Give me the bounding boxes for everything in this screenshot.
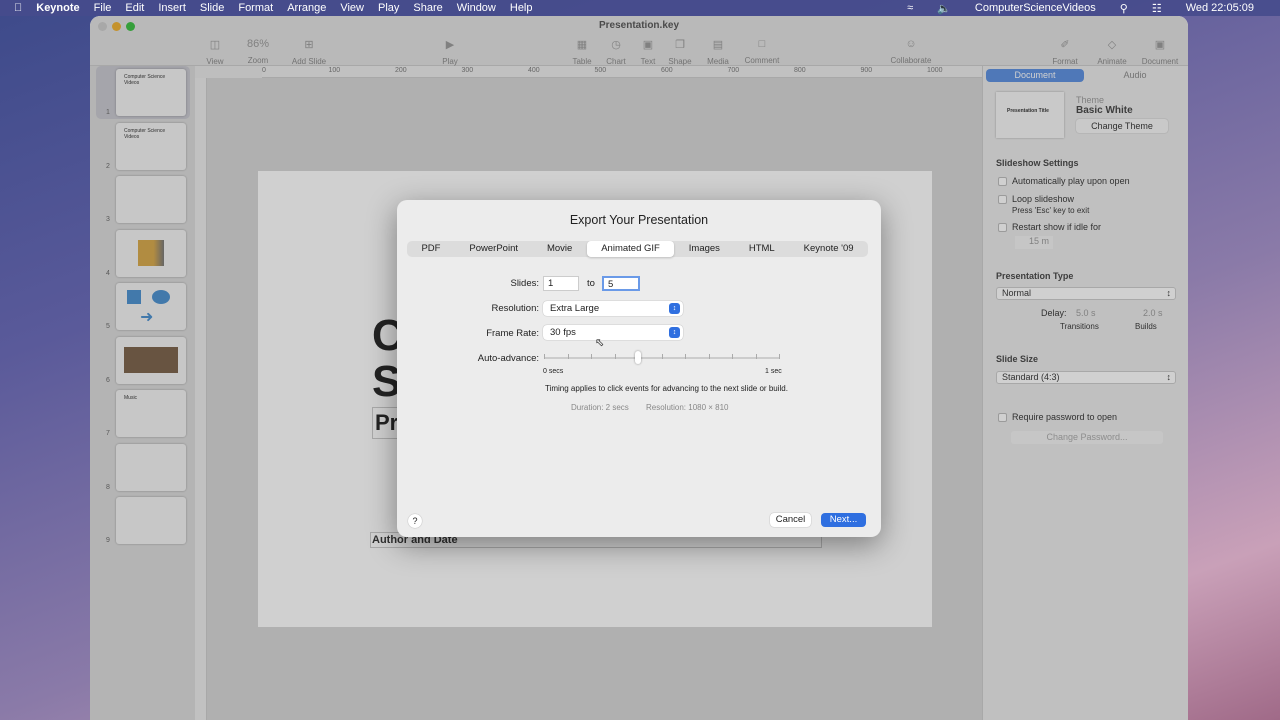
menu-arrange[interactable]: Arrange [287, 2, 326, 14]
apple-menu[interactable]:  [14, 2, 22, 14]
next-button[interactable]: Next... [821, 513, 866, 527]
wifi-icon[interactable]: ≈ [907, 2, 913, 14]
menu-format[interactable]: Format [238, 2, 273, 14]
control-center-icon[interactable]: ☷ [1152, 2, 1162, 15]
tab-html[interactable]: HTML [734, 241, 789, 257]
menu-insert[interactable]: Insert [158, 2, 186, 14]
menu-slide[interactable]: Slide [200, 2, 224, 14]
resolution-info: Resolution: 1080 × 810 [646, 403, 729, 412]
tab-images[interactable]: Images [674, 241, 734, 257]
slider-tick [544, 354, 545, 359]
slider-tick [732, 354, 733, 359]
slides-to-field[interactable]: 5 [602, 276, 640, 291]
slider-max-label: 1 sec [765, 368, 782, 375]
slider-tick [755, 354, 757, 359]
duration-info: Duration: 2 secs [571, 403, 629, 412]
menu-view[interactable]: View [340, 2, 364, 14]
menu-edit[interactable]: Edit [125, 2, 144, 14]
slider-tick [685, 354, 686, 359]
tab-pdf[interactable]: PDF [407, 241, 455, 257]
cancel-button[interactable]: Cancel [770, 513, 811, 527]
menu-window[interactable]: Window [457, 2, 496, 14]
to-label: to [587, 278, 595, 289]
tab-keynote-09[interactable]: Keynote '09 [789, 241, 868, 257]
resolution-select[interactable]: Extra Large ↕ [543, 301, 683, 316]
volume-icon[interactable]: 🔈 [937, 2, 951, 15]
slides-from-field[interactable]: 1 [543, 276, 579, 291]
frame-rate-select[interactable]: 30 fps ↕ [543, 325, 683, 340]
export-format-tabs: PDF PowerPoint Movie Animated GIF Images… [407, 241, 868, 257]
slider-tick [779, 354, 780, 359]
slider-tick [591, 354, 592, 359]
menu-bar:  Keynote File Edit Insert Slide Format … [0, 0, 1280, 16]
tab-powerpoint[interactable]: PowerPoint [455, 241, 533, 257]
tab-movie[interactable]: Movie [532, 241, 586, 257]
menu-app[interactable]: Keynote [36, 2, 79, 14]
chevron-updown-icon: ↕ [669, 327, 680, 338]
slider-tick [614, 354, 616, 359]
menu-play[interactable]: Play [378, 2, 399, 14]
chevron-updown-icon: ↕ [669, 303, 680, 314]
menu-user[interactable]: ComputerScienceVideos [975, 2, 1096, 14]
menu-help[interactable]: Help [510, 2, 533, 14]
dialog-title: Export Your Presentation [569, 213, 709, 227]
slider-tick [567, 354, 569, 359]
auto-advance-slider[interactable] [544, 351, 780, 364]
menu-clock[interactable]: Wed 22:05:09 [1186, 2, 1254, 14]
frame-rate-label: Frame Rate: [486, 328, 539, 339]
menu-share[interactable]: Share [413, 2, 442, 14]
timing-note: Timing applies to click events for advan… [545, 384, 788, 393]
search-icon[interactable]: ⚲ [1120, 2, 1128, 15]
resolution-label: Resolution: [491, 303, 539, 314]
menu-file[interactable]: File [94, 2, 112, 14]
slider-tick [708, 354, 710, 359]
slides-label: Slides: [510, 278, 539, 289]
export-dialog: Export Your Presentation PDF PowerPoint … [397, 200, 881, 537]
mouse-cursor: ⬁ [595, 337, 605, 349]
slider-tick [661, 354, 663, 359]
auto-advance-label: Auto-advance: [477, 353, 539, 364]
slider-knob[interactable] [635, 351, 641, 364]
help-button[interactable]: ? [408, 514, 422, 528]
slider-min-label: 0 secs [543, 368, 564, 375]
tab-animated-gif[interactable]: Animated GIF [586, 241, 675, 257]
